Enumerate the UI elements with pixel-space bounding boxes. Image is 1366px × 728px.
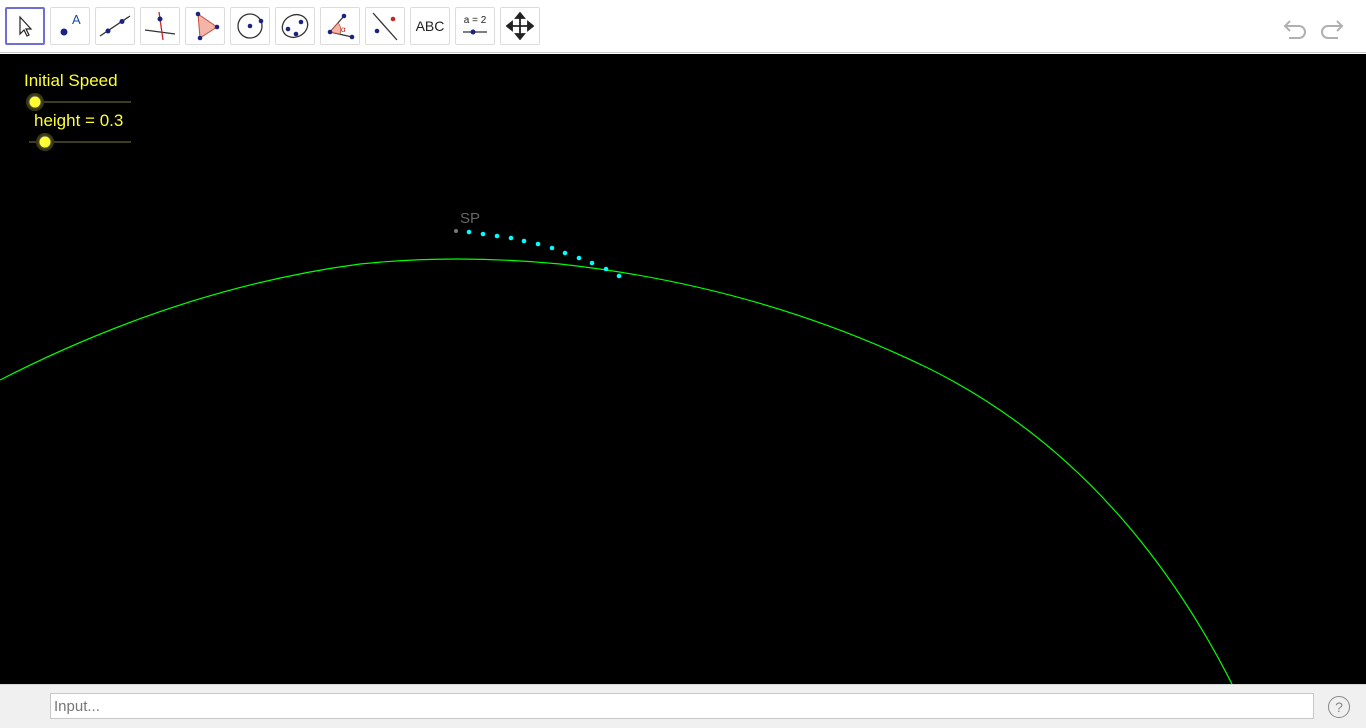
height-slider-handle[interactable] <box>38 135 52 149</box>
move-arrows-icon <box>506 12 534 40</box>
trail-point <box>494 233 500 239</box>
undo-button[interactable] <box>1280 12 1310 42</box>
trail-point <box>535 241 541 247</box>
trail-point <box>589 260 595 266</box>
reflect-tool-button[interactable] <box>365 7 405 45</box>
help-button[interactable]: ? <box>1328 696 1350 718</box>
perpendicular-line-tool-button[interactable] <box>140 7 180 45</box>
svg-text:a = 2: a = 2 <box>464 15 487 26</box>
redo-icon <box>1321 20 1344 39</box>
initial-speed-slider-handle[interactable] <box>28 95 42 109</box>
svg-text:α: α <box>341 25 346 34</box>
trajectory-trail <box>466 229 622 279</box>
trail-point <box>508 235 514 241</box>
trail-point <box>480 231 486 237</box>
angle-tool-button[interactable]: α <box>320 7 360 45</box>
undo-icon <box>1283 20 1306 39</box>
point-icon: A <box>60 12 81 36</box>
circle-tool-button[interactable] <box>230 7 270 45</box>
trail-point <box>466 229 472 235</box>
slider-icon: a = 2 <box>463 15 487 35</box>
reflect-about-line-icon <box>372 12 398 41</box>
move-graphics-view-button[interactable] <box>500 7 540 45</box>
graphics-view[interactable]: Initial Speed height = 0.3 SP <box>0 54 1366 684</box>
conic-tool-button[interactable] <box>275 7 315 45</box>
perpendicular-line-icon <box>144 11 176 41</box>
height-slider-label: height = 0.3 <box>34 111 124 130</box>
polygon-icon <box>195 11 220 41</box>
start-point-label: SP <box>460 210 481 227</box>
trail-point <box>549 245 555 251</box>
help-icon: ? <box>1335 699 1343 715</box>
text-icon: ABC <box>415 18 445 34</box>
line-through-points-icon <box>99 15 131 37</box>
slider-tool-button[interactable]: a = 2 <box>455 7 495 45</box>
move-tool-button[interactable] <box>5 7 45 45</box>
trail-point <box>603 266 609 272</box>
toolbar: A α ABC a = 2 <box>0 0 1366 53</box>
polygon-tool-button[interactable] <box>185 7 225 45</box>
angle-icon: α <box>327 13 355 40</box>
algebra-input-field[interactable] <box>50 693 1314 719</box>
planet-surface-curve <box>0 258 1233 684</box>
text-tool-button[interactable]: ABC <box>410 7 450 45</box>
trail-point <box>521 238 527 244</box>
initial-speed-slider-label: Initial Speed <box>24 71 118 90</box>
trail-point <box>616 273 622 279</box>
svg-text:A: A <box>72 12 81 27</box>
trail-point <box>576 255 582 261</box>
cursor-arrow-icon <box>19 15 33 37</box>
ellipse-icon <box>281 13 309 39</box>
graphics-canvas <box>0 93 1233 684</box>
line-tool-button[interactable] <box>95 7 135 45</box>
point-tool-button[interactable]: A <box>50 7 90 45</box>
circle-center-point-icon <box>237 13 264 39</box>
redo-button[interactable] <box>1317 12 1347 42</box>
start-point[interactable] <box>454 229 458 233</box>
input-bar: ? <box>0 684 1366 728</box>
trail-point <box>562 250 568 256</box>
